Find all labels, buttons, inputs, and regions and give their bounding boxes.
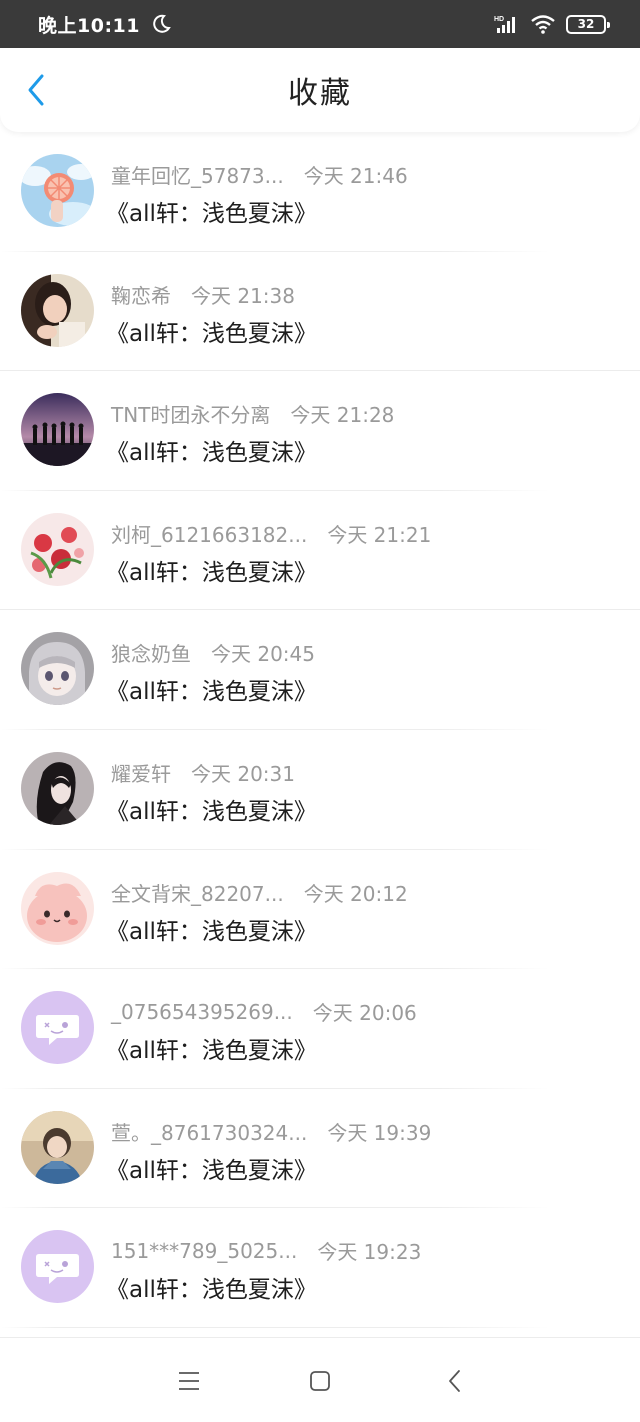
system-back-button[interactable] [440,1366,470,1396]
item-time: 今天 21:21 [327,522,432,547]
item-title[interactable]: 《all轩：浅色夏沫》 [106,553,317,587]
list-item[interactable]: 童年回忆_57873... 今天 21:46 《all轩：浅色夏沫》 [0,132,640,252]
signal-icon: HD [494,13,520,35]
item-time: 今天 21:28 [290,403,395,428]
home-button[interactable] [305,1366,335,1396]
list-item[interactable]: 全文背宋_82207... 今天 20:12 《all轩：浅色夏沫》 [0,850,640,970]
chevron-left-icon [28,74,44,106]
item-title[interactable]: 《all轩：浅色夏沫》 [106,1151,317,1185]
item-time: 今天 20:06 [312,1001,417,1026]
status-time: 晚上10:11 [38,14,140,37]
item-meta: TNT时团永不分离 今天 21:28 [111,399,394,428]
item-time: 今天 20:45 [211,642,315,667]
item-username[interactable]: TNT时团永不分离 [111,399,270,428]
item-title[interactable]: 《all轩：浅色夏沫》 [106,1031,317,1065]
item-title[interactable]: 《all轩：浅色夏沫》 [106,194,317,228]
item-meta: 童年回忆_57873... 今天 21:46 [111,160,408,189]
page-title: 收藏 [288,76,352,111]
list-item[interactable]: 151***789_5025... 今天 19:23 《all轩：浅色夏沫》 [0,1208,640,1328]
item-title[interactable]: 《all轩：浅色夏沫》 [106,792,317,826]
item-time: 今天 20:31 [191,761,295,786]
default-avatar-icon[interactable] [21,1230,94,1304]
chevron-left-icon [449,1370,460,1392]
item-time: 今天 20:12 [303,881,408,906]
back-button[interactable] [18,70,54,110]
list-item[interactable]: TNT时团永不分离 今天 21:28 《all轩：浅色夏沫》 [0,371,640,491]
item-title[interactable]: 《all轩：浅色夏沫》 [106,314,317,348]
item-username[interactable]: 鞠恋希 [111,280,171,309]
item-username[interactable]: 萱。_8761730324... [111,1117,307,1146]
menu-icon [179,1372,199,1390]
avatar[interactable] [21,393,94,467]
system-nav-bar [0,1337,640,1422]
item-meta: 耀爱轩 今天 20:31 [111,758,295,787]
item-title[interactable]: 《all轩：浅色夏沫》 [106,1270,317,1304]
list-item[interactable]: 狼念奶鱼 今天 20:45 《all轩：浅色夏沫》 [0,610,640,730]
network-label: HD [494,16,504,23]
item-meta: 狼念奶鱼 今天 20:45 [111,638,315,667]
avatar[interactable] [21,871,94,945]
item-time: 今天 21:46 [303,164,408,188]
avatar[interactable] [21,512,94,586]
list-item[interactable]: 鞠恋希 今天 21:38 《all轩：浅色夏沫》 [0,252,640,372]
list-item[interactable]: 刘柯_6121663182... 今天 21:21 《all轩：浅色夏沫》 [0,491,640,611]
list-item[interactable]: 耀爱轩 今天 20:31 《all轩：浅色夏沫》 [0,730,640,850]
moon-icon [150,13,172,35]
item-username[interactable]: _075654395269... [111,1000,293,1024]
battery-level: 32 [577,17,595,31]
item-meta: 刘柯_6121663182... 今天 21:21 [111,519,431,548]
item-title[interactable]: 《all轩：浅色夏沫》 [106,433,317,467]
avatar[interactable] [21,154,94,227]
app-header: 收藏 [0,48,640,132]
favorites-list: 童年回忆_57873... 今天 21:46 《all轩：浅色夏沫》 鞠恋希 今… [0,132,640,1328]
avatar[interactable] [21,751,94,825]
item-username[interactable]: 全文背宋_82207... [111,878,284,907]
item-title[interactable]: 《all轩：浅色夏沫》 [106,912,317,946]
menu-button[interactable] [174,1366,204,1396]
item-username[interactable]: 耀爱轩 [111,758,171,787]
divider [0,1326,550,1328]
item-time: 今天 21:38 [191,283,295,308]
item-meta: 鞠恋希 今天 21:38 [111,280,295,309]
battery-indicator: 32 [566,14,610,34]
square-icon [310,1371,330,1391]
default-avatar-icon[interactable] [21,991,94,1065]
item-title[interactable]: 《all轩：浅色夏沫》 [106,672,317,706]
list-item[interactable]: _075654395269... 今天 20:06 《all轩：浅色夏沫》 [0,969,640,1089]
avatar[interactable] [21,1110,94,1184]
avatar[interactable] [21,273,94,347]
item-meta: 全文背宋_82207... 今天 20:12 [111,878,408,907]
item-meta: _075654395269... 今天 20:06 [111,997,417,1026]
item-time: 今天 19:39 [327,1120,432,1145]
status-bar: 晚上10:11 HD 32 [0,0,640,48]
wifi-icon [530,13,556,35]
item-meta: 151***789_5025... 今天 19:23 [111,1236,421,1265]
avatar[interactable] [21,632,94,706]
item-username[interactable]: 童年回忆_57873... [111,160,284,189]
item-meta: 萱。_8761730324... 今天 19:39 [111,1117,431,1146]
list-item[interactable]: 萱。_8761730324... 今天 19:39 《all轩：浅色夏沫》 [0,1089,640,1209]
item-username[interactable]: 151***789_5025... [111,1239,297,1263]
item-time: 今天 19:23 [317,1240,422,1265]
item-username[interactable]: 狼念奶鱼 [111,638,191,667]
item-username[interactable]: 刘柯_6121663182... [111,519,307,548]
